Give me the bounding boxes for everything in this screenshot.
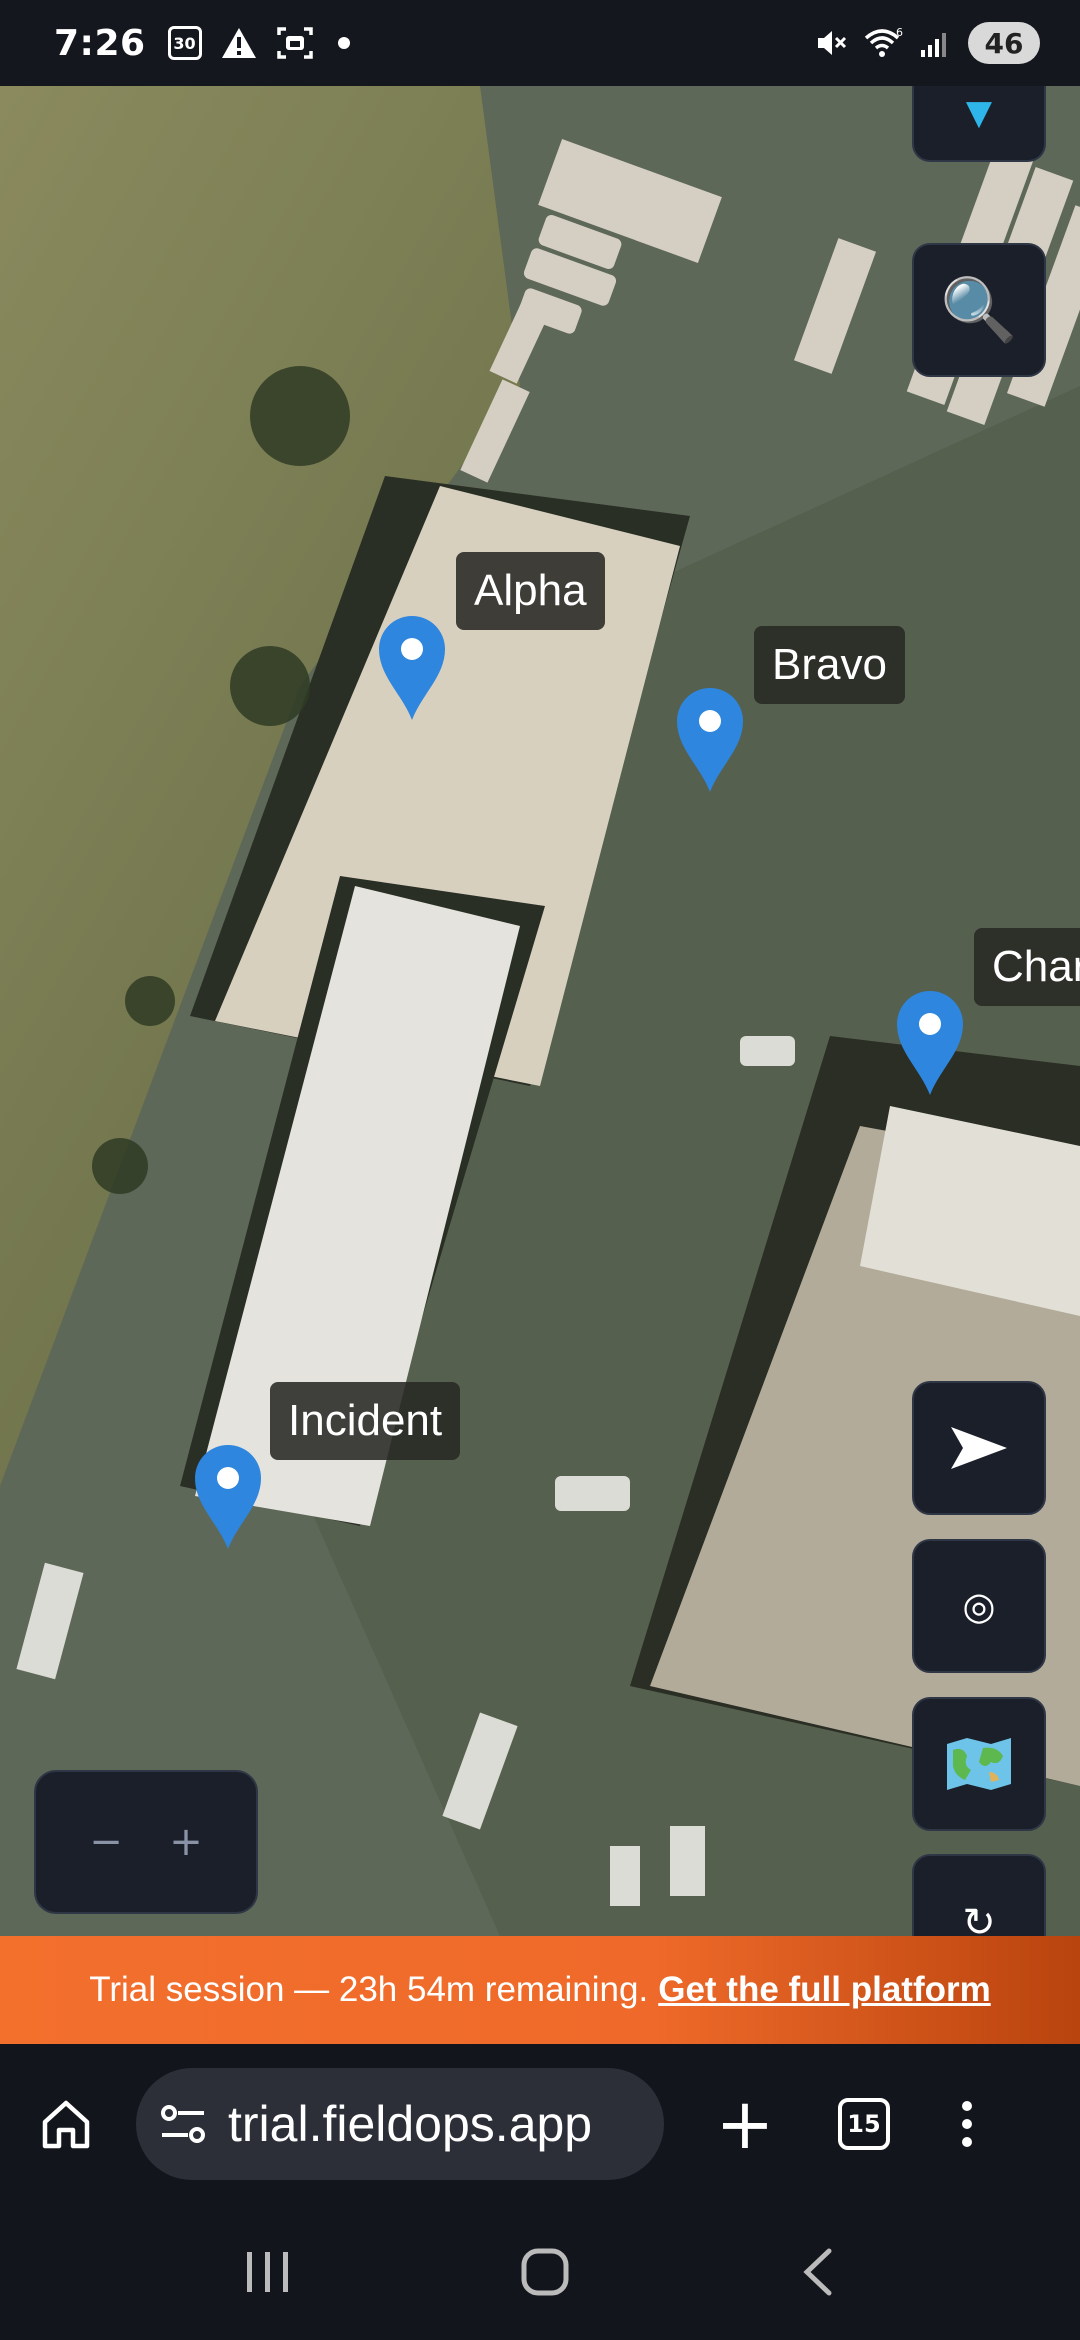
trial-banner-text: Trial session — 23h 54m remaining.: [89, 1970, 649, 2009]
locate-me-button[interactable]: ◎: [912, 1539, 1046, 1673]
dot-icon: [962, 2119, 972, 2129]
more-menu-button[interactable]: [962, 2101, 972, 2147]
map-marker-charlie[interactable]: [895, 989, 965, 1099]
map-marker-alpha[interactable]: [377, 614, 447, 724]
wifi-6-icon: 6: [864, 26, 904, 60]
trial-banner: Trial session — 23h 54m remaining. Get t…: [0, 1936, 1080, 2044]
map-pin-icon: [195, 1445, 261, 1549]
refresh-icon: ↻: [962, 1900, 996, 1936]
navigate-button[interactable]: [912, 1381, 1046, 1515]
refresh-button[interactable]: ↻: [912, 1854, 1046, 1936]
zoom-in-button[interactable]: +: [169, 1819, 203, 1865]
satellite-map[interactable]: Alpha Bravo Char Incident ▼ 🔍 ◎ ↻ − + 📍 …: [0, 86, 1080, 1936]
map-pin-icon: [677, 688, 743, 792]
status-bar: 7:26 30 6 46: [0, 0, 1080, 86]
dot-icon: [962, 2137, 972, 2147]
url-text: trial.fieldops.app: [228, 2096, 593, 2152]
collapse-panel-button[interactable]: ▼: [912, 86, 1046, 162]
search-button[interactable]: 🔍: [912, 243, 1046, 377]
home-icon: [42, 2100, 90, 2149]
map-marker-bravo[interactable]: [675, 686, 745, 796]
new-tab-button[interactable]: +: [710, 2083, 780, 2165]
map-pin-icon: [379, 616, 445, 720]
address-bar[interactable]: trial.fieldops.app: [136, 2068, 664, 2180]
status-time: 7:26: [54, 22, 146, 64]
marker-label-charlie: Char: [974, 928, 1080, 1006]
battery-icon: 46: [968, 22, 1040, 64]
chevron-down-icon: ▼: [965, 93, 993, 133]
send-arrow-icon: [951, 1427, 1007, 1469]
map-pin-icon: [897, 991, 963, 1095]
marker-label-alpha: Alpha: [456, 552, 605, 630]
recent-apps-icon[interactable]: [243, 2250, 293, 2294]
notification-dot: [337, 37, 350, 49]
zoom-control: − +: [34, 1770, 258, 1914]
search-icon: 🔍: [940, 273, 1018, 346]
marker-label-incident: Incident: [270, 1382, 461, 1460]
zoom-out-button[interactable]: −: [89, 1819, 123, 1865]
back-icon[interactable]: [797, 2247, 837, 2297]
tab-switcher-button[interactable]: 15: [838, 2098, 890, 2150]
upgrade-link[interactable]: Get the full platform: [658, 1970, 991, 2010]
marker-label-bravo: Bravo: [754, 626, 905, 704]
warning-icon: [220, 26, 258, 60]
site-settings-icon: [161, 2105, 205, 2143]
home-nav-icon[interactable]: [520, 2247, 570, 2297]
system-nav-bar: [0, 2204, 1080, 2340]
screenshot-icon: [276, 25, 314, 61]
svg-text:6: 6: [896, 26, 903, 39]
home-button[interactable]: [30, 2088, 102, 2160]
mute-icon: [814, 26, 848, 60]
target-icon: ◎: [962, 1584, 996, 1628]
dot-icon: [962, 2101, 972, 2111]
signal-icon: [920, 28, 952, 58]
map-marker-incident[interactable]: [193, 1443, 263, 1553]
calendar-icon: 30: [167, 26, 202, 60]
map-layers-button[interactable]: [912, 1697, 1046, 1831]
world-map-icon: [947, 1738, 1011, 1790]
browser-toolbar: trial.fieldops.app + 15: [0, 2044, 1080, 2204]
